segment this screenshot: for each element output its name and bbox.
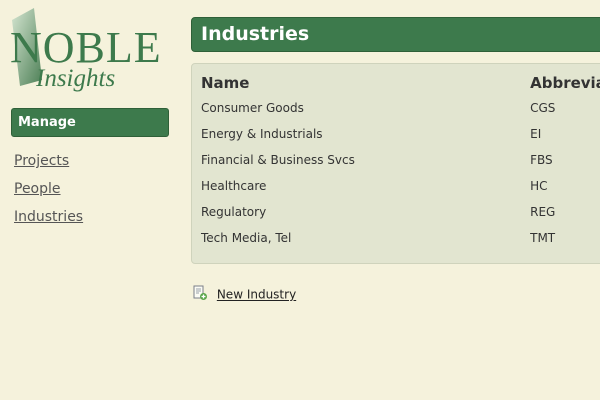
logo-tagline-text: Insights bbox=[36, 65, 116, 92]
industry-abbr-cell: HC bbox=[530, 179, 548, 193]
logo-brand-text: NOBLE bbox=[10, 23, 162, 72]
industry-abbr-cell: TMT bbox=[530, 231, 556, 245]
sidebar-item-people[interactable]: People bbox=[14, 178, 83, 206]
industry-abbr-cell: CGS bbox=[530, 101, 556, 115]
table-row: Tech Media, Tel TMT bbox=[201, 225, 600, 251]
sidebar-item-industries[interactable]: Industries bbox=[14, 206, 83, 234]
logo[interactable]: NOBLE Insights bbox=[8, 8, 168, 94]
industry-abbr-cell: REG bbox=[530, 205, 556, 219]
page: NOBLE Insights Manage Projects People In… bbox=[0, 0, 600, 400]
industry-name-cell: Consumer Goods bbox=[201, 101, 304, 115]
table-row: Consumer Goods CGS bbox=[201, 95, 600, 121]
industry-name-cell: Healthcare bbox=[201, 179, 267, 193]
column-header-abbreviation: Abbrevia bbox=[530, 73, 600, 92]
sidebar-nav: Projects People Industries bbox=[14, 150, 83, 234]
page-title: Industries bbox=[191, 17, 600, 52]
table-row: Financial & Business Svcs FBS bbox=[201, 147, 600, 173]
new-industry-link-container: New Industry bbox=[192, 285, 296, 304]
new-document-icon[interactable] bbox=[192, 285, 208, 304]
industries-table-panel: Name Abbrevia Consumer Goods CGS Energy … bbox=[191, 63, 600, 264]
column-header-name: Name bbox=[201, 73, 250, 92]
industries-table: Name Abbrevia Consumer Goods CGS Energy … bbox=[201, 70, 600, 251]
table-row: Healthcare HC bbox=[201, 173, 600, 199]
new-industry-link[interactable]: New Industry bbox=[217, 288, 296, 302]
sidebar-section-title: Manage bbox=[11, 108, 169, 137]
industry-abbr-cell: FBS bbox=[530, 153, 553, 167]
industry-name-cell: Energy & Industrials bbox=[201, 127, 323, 141]
industry-abbr-cell: EI bbox=[530, 127, 542, 141]
table-row: Regulatory REG bbox=[201, 199, 600, 225]
industry-name-cell: Tech Media, Tel bbox=[201, 231, 292, 245]
sidebar-item-projects[interactable]: Projects bbox=[14, 150, 83, 178]
industry-name-cell: Financial & Business Svcs bbox=[201, 153, 355, 167]
industry-name-cell: Regulatory bbox=[201, 205, 267, 219]
table-row: Energy & Industrials EI bbox=[201, 121, 600, 147]
table-header-row: Name Abbrevia bbox=[201, 70, 600, 95]
